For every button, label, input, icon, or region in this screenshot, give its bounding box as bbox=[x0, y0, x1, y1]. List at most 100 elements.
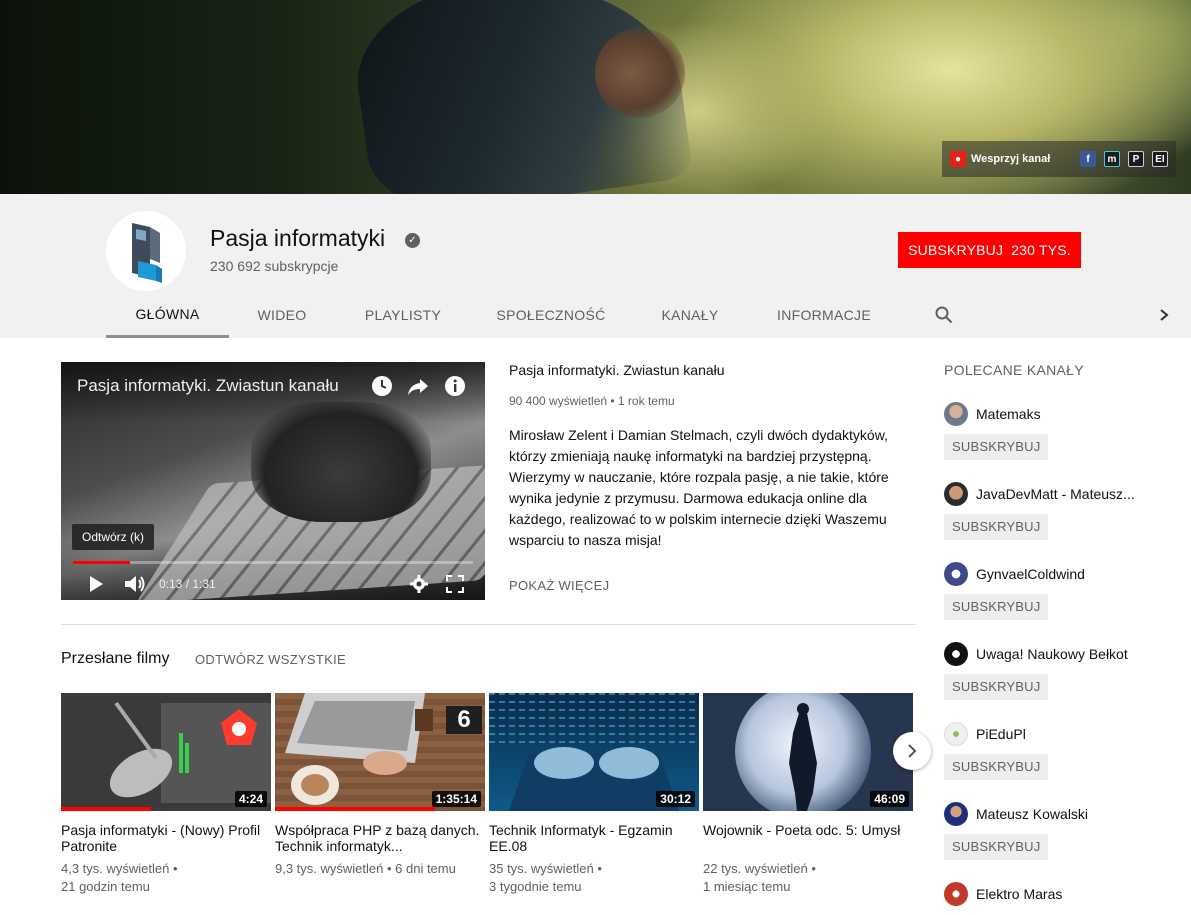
channel-avatar[interactable] bbox=[944, 642, 968, 666]
search-icon bbox=[935, 306, 953, 324]
video-thumbnail[interactable]: 4:24 bbox=[61, 693, 271, 811]
featured-video-title[interactable]: Pasja informatyki. Zwiastun kanału bbox=[509, 362, 909, 378]
subscribe-button[interactable]: SUBSKRYBUJ bbox=[944, 834, 1049, 860]
featured-channels-title: POLECANE KANAŁY bbox=[944, 362, 1084, 378]
subscribe-button[interactable]: SUBSKRYBUJ bbox=[944, 434, 1049, 460]
show-more-button[interactable]: POKAŻ WIĘCEJ bbox=[509, 578, 909, 593]
subscribe-button[interactable]: SUBSKRYBUJ bbox=[944, 514, 1049, 540]
settings-gear-icon[interactable] bbox=[410, 575, 428, 593]
channel-name[interactable]: Elektro Maras bbox=[976, 886, 1062, 902]
patronite-icon: ● bbox=[950, 151, 966, 167]
watched-progress bbox=[61, 807, 152, 811]
channel-name[interactable]: GynvaelColdwind bbox=[976, 566, 1085, 582]
search-channel-button[interactable] bbox=[924, 292, 964, 338]
video-views: 4,3 tys. wyświetleń • bbox=[61, 861, 178, 876]
subscribe-button[interactable]: SUBSKRYBUJ bbox=[944, 754, 1049, 780]
featured-channel: Mateusz Kowalski SUBSKRYBUJ bbox=[944, 802, 1174, 860]
channel-avatar[interactable] bbox=[944, 482, 968, 506]
featured-channel: GynvaelColdwind SUBSKRYBUJ bbox=[944, 562, 1174, 620]
channel-banner: ● Wesprzyj kanał f m P EI bbox=[0, 0, 1191, 194]
watch-later-icon[interactable] bbox=[371, 375, 393, 397]
channel-name: Pasja informatyki bbox=[210, 225, 386, 251]
progress-bar[interactable] bbox=[73, 561, 473, 564]
banner-link-support-label: Wesprzyj kanał bbox=[971, 153, 1051, 165]
video-views: 35 tys. wyświetleń • bbox=[489, 861, 602, 876]
video-thumbnail[interactable]: 30:12 bbox=[489, 693, 699, 811]
shelf-next-button[interactable] bbox=[893, 732, 931, 770]
subscribe-button[interactable]: SUBSKRYBUJ 230 TYS. bbox=[898, 232, 1081, 268]
verified-icon: ✓ bbox=[405, 233, 420, 248]
section-divider bbox=[61, 624, 916, 625]
featured-video-player[interactable]: Pasja informatyki. Zwiastun kanału Odtwó… bbox=[61, 362, 485, 600]
play-all-button[interactable]: ODTWÓRZ WSZYSTKIE bbox=[195, 652, 346, 667]
facebook-icon[interactable]: f bbox=[1080, 151, 1096, 167]
video-views: 22 tys. wyświetleń • bbox=[703, 861, 816, 876]
subscribe-button[interactable]: SUBSKRYBUJ bbox=[944, 674, 1049, 700]
share-icon[interactable] bbox=[407, 375, 429, 397]
volume-icon[interactable] bbox=[125, 575, 147, 593]
video-age: 3 tygodnie temu bbox=[489, 879, 582, 894]
video-card[interactable]: 4:24 Pasja informatyki - (Nowy) Profil P… bbox=[61, 693, 271, 896]
channel-avatar[interactable] bbox=[944, 882, 968, 906]
play-icon[interactable] bbox=[89, 576, 103, 592]
fullscreen-icon[interactable] bbox=[446, 575, 464, 593]
channel-name[interactable]: PiEduPl bbox=[976, 726, 1026, 742]
tab-videos[interactable]: WIDEO bbox=[229, 292, 335, 338]
channel-header: Pasja informatyki ✓ 230 692 subskrypcje … bbox=[0, 194, 1191, 338]
ei-icon[interactable]: EI bbox=[1152, 151, 1168, 167]
chevron-right-icon bbox=[908, 744, 917, 758]
m-icon[interactable]: m bbox=[1104, 151, 1120, 167]
featured-video-meta: 90 400 wyświetleń • 1 rok temu bbox=[509, 394, 675, 408]
tab-channels[interactable]: KANAŁY bbox=[631, 292, 749, 338]
video-title[interactable]: Pasja informatyki - (Nowy) Profil Patron… bbox=[61, 822, 271, 856]
channel-name[interactable]: Uwaga! Naukowy Bełkot bbox=[976, 646, 1128, 662]
video-duration: 30:12 bbox=[656, 791, 695, 807]
subscribe-count: 230 TYS. bbox=[1011, 242, 1071, 258]
chevron-right-icon bbox=[1160, 309, 1169, 321]
tab-home[interactable]: GŁÓWNA bbox=[106, 292, 229, 338]
video-card[interactable]: 30:12 Technik Informatyk - Egzamin EE.08… bbox=[489, 693, 699, 896]
tabs-next-button[interactable] bbox=[1146, 292, 1182, 338]
video-title[interactable]: Współpraca PHP z bazą danych. Technik in… bbox=[275, 822, 485, 856]
video-duration: 1:35:14 bbox=[431, 791, 481, 807]
uploads-section-title[interactable]: Przesłane filmy bbox=[61, 650, 169, 668]
progress-fill bbox=[73, 561, 131, 564]
channel-avatar[interactable] bbox=[944, 402, 968, 426]
video-card[interactable]: 46:09 Wojownik - Poeta odc. 5: Umysł 22 … bbox=[703, 693, 913, 896]
tab-label: INFORMACJE bbox=[777, 307, 871, 323]
video-title[interactable]: Wojownik - Poeta odc. 5: Umysł bbox=[703, 822, 913, 856]
channel-name[interactable]: Matemaks bbox=[976, 406, 1041, 422]
subscribe-label: SUBSKRYBUJ bbox=[908, 242, 1004, 258]
video-thumbnail[interactable]: 6 1:35:14 bbox=[275, 693, 485, 811]
hands-image bbox=[251, 402, 431, 522]
video-title[interactable]: Technik Informatyk - Egzamin EE.08 bbox=[489, 822, 699, 856]
channel-avatar[interactable] bbox=[106, 211, 186, 291]
video-meta: 35 tys. wyświetleń • 3 tygodnie temu bbox=[489, 860, 699, 896]
video-meta: 22 tys. wyświetleń • 1 miesiąc temu bbox=[703, 860, 913, 896]
channel-avatar[interactable] bbox=[944, 802, 968, 826]
channel-avatar[interactable] bbox=[944, 722, 968, 746]
channel-avatar[interactable] bbox=[944, 562, 968, 586]
featured-channel: Uwaga! Naukowy Bełkot SUBSKRYBUJ bbox=[944, 642, 1174, 700]
channel-name[interactable]: JavaDevMatt - Mateusz... bbox=[976, 486, 1135, 502]
channel-name[interactable]: Mateusz Kowalski bbox=[976, 806, 1088, 822]
video-thumbnail[interactable]: 46:09 bbox=[703, 693, 913, 811]
featured-channel: JavaDevMatt - Mateusz... SUBSKRYBUJ bbox=[944, 482, 1174, 540]
player-title[interactable]: Pasja informatyki. Zwiastun kanału bbox=[77, 376, 339, 396]
info-icon[interactable] bbox=[444, 375, 466, 397]
banner-link-support[interactable]: ● Wesprzyj kanał bbox=[950, 151, 1050, 167]
banner-hand-image bbox=[595, 28, 685, 118]
tab-playlists[interactable]: PLAYLISTY bbox=[335, 292, 471, 338]
tab-label: SPOŁECZNOŚĆ bbox=[496, 307, 606, 323]
video-meta: 9,3 tys. wyświetleń • 6 dni temu bbox=[275, 860, 485, 878]
p-icon[interactable]: P bbox=[1128, 151, 1144, 167]
tab-about[interactable]: INFORMACJE bbox=[749, 292, 899, 338]
subscriber-count: 230 692 subskrypcje bbox=[210, 258, 339, 274]
video-card[interactable]: 6 1:35:14 Współpraca PHP z bazą danych. … bbox=[275, 693, 485, 878]
video-duration: 4:24 bbox=[234, 791, 267, 807]
tab-community[interactable]: SPOŁECZNOŚĆ bbox=[471, 292, 631, 338]
subscribe-button[interactable]: SUBSKRYBUJ bbox=[944, 594, 1049, 620]
featured-channel: Elektro Maras bbox=[944, 882, 1174, 906]
featured-channel: Matemaks SUBSKRYBUJ bbox=[944, 402, 1174, 460]
channel-tabs: GŁÓWNA WIDEO PLAYLISTY SPOŁECZNOŚĆ KANAŁ… bbox=[106, 292, 1191, 338]
